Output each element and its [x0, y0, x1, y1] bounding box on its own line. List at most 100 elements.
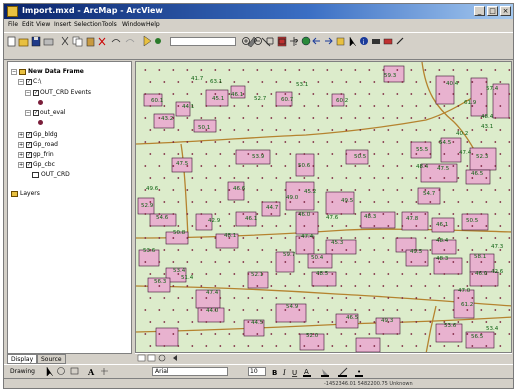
copy-icon[interactable] [72, 36, 83, 47]
font-color-icon[interactable]: A [303, 368, 311, 377]
survey-point [228, 333, 231, 335]
close-button[interactable]: × [500, 6, 511, 16]
menu-file[interactable]: File [8, 21, 18, 28]
survey-point [275, 345, 278, 347]
layer-checkbox[interactable]: ✓ [33, 89, 39, 96]
menu-insert[interactable]: Insert [54, 21, 71, 28]
measure-icon[interactable] [383, 38, 393, 45]
zoom-in-icon[interactable] [242, 37, 250, 45]
fixed-zoom-out-icon[interactable] [278, 38, 286, 45]
fixed-zoom-in-icon[interactable] [266, 37, 274, 45]
survey-point [289, 273, 292, 275]
print-icon[interactable] [43, 38, 54, 46]
redo-icon[interactable] [125, 39, 135, 43]
menu-tools[interactable]: Tools [102, 21, 117, 28]
menu-view[interactable]: View [36, 21, 50, 28]
expand-icon[interactable]: + [18, 161, 24, 168]
italic-icon[interactable]: I [282, 369, 286, 377]
delete-icon[interactable] [98, 37, 106, 46]
open-folder-icon[interactable] [18, 38, 29, 47]
refresh-icon[interactable] [158, 354, 166, 362]
toc-layer-gp-frin[interactable]: + ✓ gp_frin [18, 151, 54, 160]
survey-point [387, 129, 390, 131]
text-icon[interactable]: A [87, 367, 95, 377]
layout-view-icon[interactable] [147, 354, 156, 362]
layer-checkbox[interactable]: ✓ [26, 161, 32, 168]
menu-help[interactable]: Help [146, 21, 160, 28]
select-elements-icon[interactable] [349, 37, 357, 47]
survey-point [452, 261, 455, 263]
new-doc-icon[interactable] [7, 36, 16, 47]
back-extent-icon[interactable] [312, 37, 320, 45]
expand-icon[interactable]: + [18, 131, 24, 138]
paste-icon[interactable] [86, 37, 95, 47]
hyperlink-icon[interactable] [396, 37, 404, 45]
survey-point [298, 285, 301, 287]
full-extent-icon[interactable] [301, 36, 311, 46]
toc-data-frame[interactable]: − New Data Frame [11, 68, 84, 77]
survey-point [401, 297, 404, 299]
rectangle-icon[interactable] [70, 367, 79, 375]
pan-icon[interactable] [290, 37, 298, 46]
layer-checkbox[interactable]: ✓ [26, 131, 32, 138]
survey-point [200, 141, 203, 143]
expand-icon[interactable]: + [18, 151, 24, 158]
elevation-label: 52.7 [254, 96, 267, 102]
font-select[interactable]: Arial [152, 367, 228, 376]
maximize-button[interactable]: □ [487, 6, 498, 16]
select-features-icon[interactable] [336, 37, 345, 46]
font-size-select[interactable]: 10 [248, 367, 266, 376]
marker-color-icon[interactable]: • [355, 368, 363, 377]
identify-icon[interactable]: i [360, 37, 368, 46]
tab-display[interactable]: Display [7, 354, 38, 364]
undo-icon[interactable] [111, 39, 121, 43]
toc-layer-gp-bldg[interactable]: + ✓ Gp_bldg [18, 131, 58, 140]
save-icon[interactable] [31, 36, 41, 47]
survey-point [163, 129, 166, 131]
toc-group[interactable]: − ✓ C:\ [18, 78, 41, 87]
fill-color-icon[interactable] [321, 369, 329, 377]
layer-checkbox[interactable]: ✓ [26, 141, 32, 148]
menu-selection[interactable]: Selection [74, 21, 102, 28]
rotate-icon[interactable] [57, 367, 65, 375]
menu-window[interactable]: Window [122, 21, 146, 28]
collapse-icon[interactable]: − [11, 68, 17, 75]
survey-point [387, 225, 390, 227]
data-view-icon[interactable] [137, 354, 146, 362]
survey-point [457, 249, 460, 251]
minimize-button[interactable]: _ [474, 6, 485, 16]
map-display[interactable]: 41.7 63.1 53.1 59.3 60.1 44.1 45.1 46.1 52.7 60.7… [135, 61, 512, 353]
underline-icon[interactable]: U [292, 369, 297, 377]
collapse-icon[interactable]: − [25, 89, 31, 96]
toc-layer-gp-cbc[interactable]: + ✓ Gp_cbc [18, 161, 55, 170]
layer-checkbox[interactable]: ✓ [26, 151, 32, 158]
survey-point [284, 261, 287, 263]
cut-icon[interactable] [61, 36, 69, 46]
map-canvas[interactable]: 41.7 63.1 53.1 59.3 60.1 44.1 45.1 46.1 52.7 60.7… [136, 62, 512, 353]
scroll-left-icon[interactable] [173, 355, 177, 361]
toc-layer-out-crd[interactable]: OUT_CRD [32, 171, 70, 180]
select-elements-icon[interactable] [46, 367, 54, 377]
expand-icon[interactable]: + [18, 141, 24, 148]
map-scale-input[interactable] [170, 37, 236, 46]
edit-vertices-icon[interactable] [101, 368, 108, 375]
toc-layers-frame[interactable]: Layers [11, 190, 40, 199]
tab-source[interactable]: Source [37, 354, 66, 364]
collapse-icon[interactable]: − [25, 109, 31, 116]
forward-extent-icon[interactable] [325, 37, 333, 45]
menu-edit[interactable]: Edit [22, 21, 34, 28]
add-data-icon[interactable] [143, 35, 161, 47]
layer-checkbox[interactable]: ✓ [33, 109, 39, 116]
group-checkbox[interactable]: ✓ [26, 78, 32, 85]
zoom-out-icon[interactable] [254, 37, 262, 45]
toc-layer-gp-road[interactable]: + ✓ Gp_road [18, 141, 58, 150]
bold-icon[interactable]: B [272, 369, 277, 377]
find-icon[interactable] [372, 39, 380, 44]
survey-point [261, 177, 264, 179]
toc-layer-out-crd-events[interactable]: − ✓ OUT_CRD Events [25, 89, 91, 98]
survey-point [247, 105, 250, 107]
toc-layer-out-eval[interactable]: − ✓ out_eval [25, 109, 65, 118]
survey-point [177, 345, 180, 347]
collapse-icon[interactable]: − [18, 78, 24, 85]
line-color-icon[interactable] [338, 367, 348, 377]
